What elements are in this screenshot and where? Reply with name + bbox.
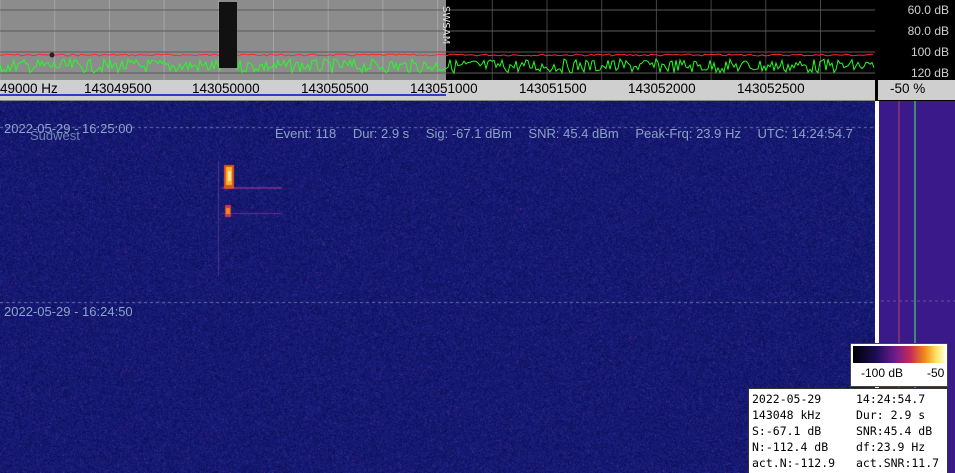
event-peak-frequency: Peak-Frq: 23.9 Hz bbox=[635, 126, 741, 141]
info-row: 143048 kHz Dur: 2.9 s bbox=[752, 408, 944, 422]
freq-label: 143050000 bbox=[192, 81, 260, 96]
spectrum-display[interactable]: SWSAM bbox=[0, 0, 875, 80]
freq-label: 143051500 bbox=[519, 81, 587, 96]
color-scale-max: -50 bbox=[927, 366, 945, 380]
info-noise: N:-112.4 dB bbox=[752, 440, 829, 454]
info-duration: Dur: 2.9 s bbox=[856, 408, 926, 422]
event-number: Event: 118 bbox=[275, 126, 337, 141]
freq-label: 49000 Hz bbox=[0, 81, 58, 96]
freq-label: 143051000 bbox=[410, 81, 478, 96]
spectrum-peak-trace bbox=[0, 53, 874, 57]
db-label: 60.0 dB bbox=[907, 3, 949, 17]
color-scale-gradient bbox=[853, 346, 945, 363]
freq-label: 143050500 bbox=[301, 81, 369, 96]
info-row: N:-112.4 dB df:23.9 Hz bbox=[752, 440, 944, 454]
freq-label: 143052500 bbox=[737, 81, 805, 96]
freq-label: 143049500 bbox=[84, 81, 152, 96]
event-info-box: 2022-05-29 14:24:54.7 143048 kHz Dur: 2.… bbox=[748, 388, 948, 473]
spectrum-trace bbox=[0, 48, 875, 75]
signal-marker[interactable]: SWSAM bbox=[219, 2, 451, 68]
info-signal: S:-67.1 dB bbox=[752, 424, 822, 438]
info-row: act.N:-112.9 act.SNR:11.7 bbox=[752, 456, 944, 470]
event-snr: SNR: 45.4 dBm bbox=[528, 126, 619, 141]
info-row: S:-67.1 dB SNR:45.4 dB bbox=[752, 424, 944, 438]
info-snr: SNR:45.4 dB bbox=[856, 424, 933, 438]
db-label: 100 dB bbox=[910, 45, 949, 59]
db-label: 120 dB bbox=[910, 66, 949, 80]
info-act-snr: act.SNR:11.7 bbox=[856, 456, 940, 470]
db-scale: 60.0 dB 80.0 dB 100 dB 120 dB bbox=[875, 0, 955, 80]
info-frequency: 143048 kHz bbox=[752, 408, 822, 422]
info-row: 2022-05-29 14:24:54.7 bbox=[752, 392, 944, 406]
info-act-noise: act.N:-112.9 bbox=[752, 456, 836, 470]
event-info-line: Event: 118 Dur: 2.9 s Sig: -67.1 dBm SNR… bbox=[275, 126, 866, 141]
event-duration: Dur: 2.9 s bbox=[352, 126, 410, 141]
spectrum-plot bbox=[0, 0, 875, 80]
percent-label: -50 % bbox=[890, 81, 926, 96]
color-scale-legend: -100 dB -50 bbox=[850, 343, 948, 387]
freq-label: 143052000 bbox=[628, 81, 696, 96]
station-label: Südwest bbox=[30, 128, 80, 143]
db-label: 80.0 dB bbox=[907, 24, 949, 38]
waterfall-time-mid: 2022-05-29 - 16:24:50 bbox=[4, 304, 133, 319]
color-scale-min: -100 dB bbox=[861, 366, 904, 380]
event-signal: Sig: -67.1 dBm bbox=[425, 126, 512, 141]
event-utc: UTC: 14:24:54.7 bbox=[757, 126, 853, 141]
spectrum-cursor-dot bbox=[49, 52, 55, 58]
info-time: 14:24:54.7 bbox=[856, 392, 926, 406]
waterfall-canvas bbox=[0, 101, 875, 473]
spectrum-lab-window: SWSAM 60.0 dB 80.0 dB 100 dB 120 dB 4900… bbox=[0, 0, 955, 473]
signal-marker-label: SWSAM bbox=[440, 6, 451, 45]
info-date: 2022-05-29 bbox=[752, 392, 822, 406]
info-df: df:23.9 Hz bbox=[856, 440, 926, 454]
waterfall-display[interactable] bbox=[0, 101, 875, 473]
